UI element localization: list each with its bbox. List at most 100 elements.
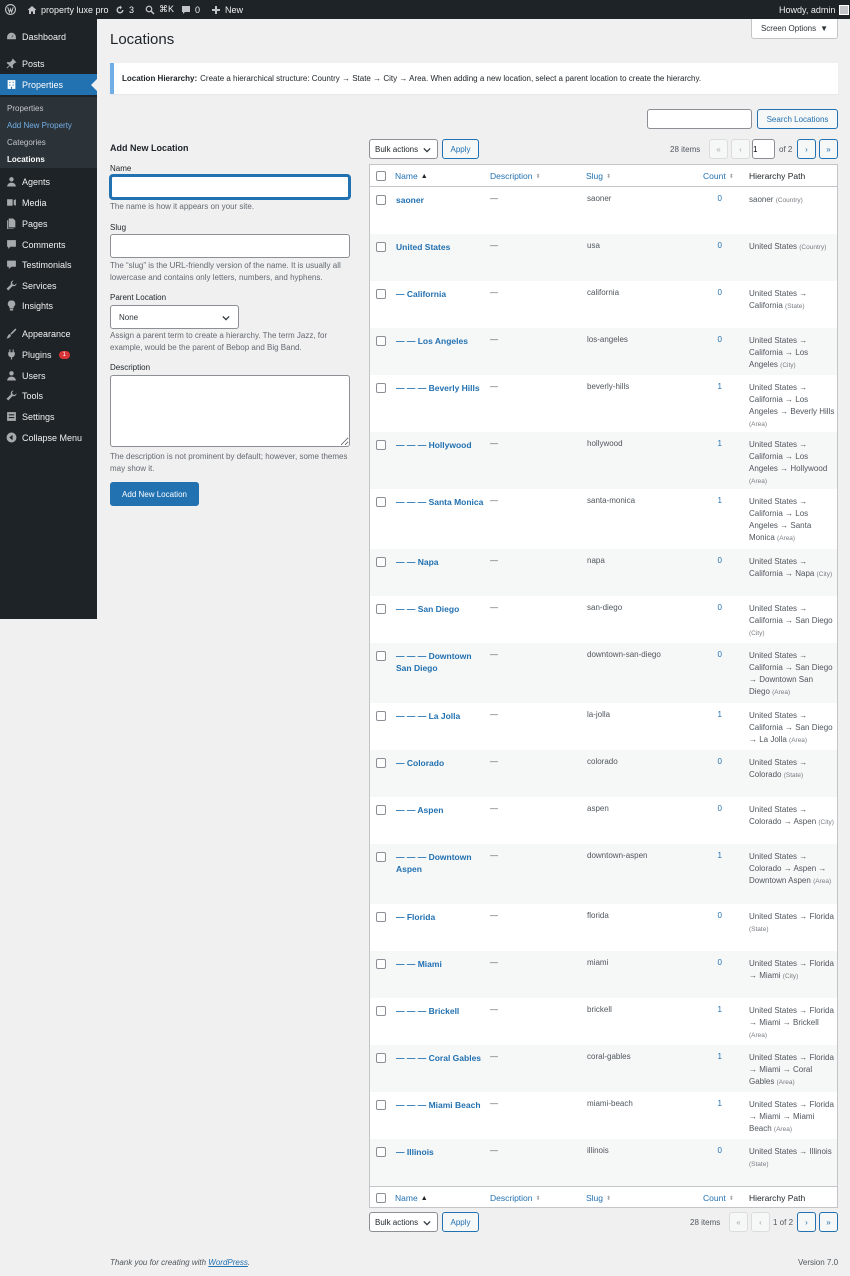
location-name-link[interactable]: — — — Santa Monica xyxy=(396,496,484,508)
column-description-footer[interactable]: Description ⬍ xyxy=(490,1193,541,1203)
last-page-button-bottom[interactable]: » xyxy=(819,1212,838,1232)
location-count-link[interactable]: 0 xyxy=(700,911,722,920)
column-name-footer[interactable]: Name ▲ xyxy=(395,1193,428,1203)
next-page-button-top[interactable]: › xyxy=(797,139,816,159)
bulk-actions-select-bottom[interactable]: Bulk actions xyxy=(369,1212,438,1232)
wordpress-link[interactable]: WordPress xyxy=(208,1258,248,1267)
next-page-button-bottom[interactable]: › xyxy=(797,1212,816,1232)
row-checkbox[interactable] xyxy=(376,557,386,567)
current-page-input[interactable] xyxy=(752,139,775,159)
location-name-link[interactable]: — Florida xyxy=(396,911,484,923)
menu-item-posts[interactable]: Posts xyxy=(0,53,97,74)
column-description-header[interactable]: Description ⬍ xyxy=(490,171,541,181)
column-count-footer[interactable]: Count ⬍ xyxy=(703,1193,734,1203)
search-locations-button[interactable]: Search Locations xyxy=(757,109,838,129)
location-count-link[interactable]: 0 xyxy=(700,1146,722,1155)
command-search-link[interactable]: ⌘K xyxy=(145,0,174,19)
select-all-checkbox[interactable] xyxy=(376,171,386,181)
wordpress-logo-icon[interactable] xyxy=(5,0,16,19)
location-count-link[interactable]: 1 xyxy=(700,439,722,448)
location-name-link[interactable]: — — San Diego xyxy=(396,603,484,615)
row-checkbox[interactable] xyxy=(376,1100,386,1110)
row-checkbox[interactable] xyxy=(376,711,386,721)
updates-link[interactable]: 3 xyxy=(115,0,134,19)
menu-item-plugins[interactable]: Plugins 1 xyxy=(0,344,97,365)
menu-item-testimonials[interactable]: Testimonials xyxy=(0,254,97,275)
menu-item-settings[interactable]: Settings xyxy=(0,406,97,427)
location-count-link[interactable]: 0 xyxy=(700,556,722,565)
new-content-link[interactable]: New xyxy=(211,0,243,19)
parent-location-select[interactable]: None xyxy=(110,305,239,329)
row-checkbox[interactable] xyxy=(376,852,386,862)
row-checkbox[interactable] xyxy=(376,604,386,614)
screen-options-button[interactable]: Screen Options ▼ xyxy=(751,19,838,39)
location-count-link[interactable]: 0 xyxy=(700,757,722,766)
apply-button-top[interactable]: Apply xyxy=(442,139,479,159)
row-checkbox[interactable] xyxy=(376,242,386,252)
location-count-link[interactable]: 0 xyxy=(700,650,722,659)
menu-item-media[interactable]: Media xyxy=(0,192,97,213)
location-name-link[interactable]: — — Los Angeles xyxy=(396,335,484,347)
menu-item-tools[interactable]: Tools xyxy=(0,385,97,406)
menu-item-pages[interactable]: Pages xyxy=(0,213,97,234)
location-name-link[interactable]: — — — Downtown Aspen xyxy=(396,851,484,875)
location-name-link[interactable]: — — — Hollywood xyxy=(396,439,484,451)
location-name-link[interactable]: — — — La Jolla xyxy=(396,710,484,722)
last-page-button-top[interactable]: » xyxy=(819,139,838,159)
menu-item-dashboard[interactable]: Dashboard xyxy=(0,26,97,47)
menu-item-services[interactable]: Services xyxy=(0,275,97,296)
menu-item-appearance[interactable]: Appearance xyxy=(0,323,97,344)
location-name-link[interactable]: — California xyxy=(396,288,484,300)
location-name-link[interactable]: — Illinois xyxy=(396,1146,484,1158)
row-checkbox[interactable] xyxy=(376,195,386,205)
menu-item-properties[interactable]: Properties xyxy=(0,74,97,95)
row-checkbox[interactable] xyxy=(376,912,386,922)
row-checkbox[interactable] xyxy=(376,497,386,507)
submenu-categories[interactable]: Categories xyxy=(7,138,46,147)
add-new-location-button[interactable]: Add New Location xyxy=(110,482,199,506)
apply-button-bottom[interactable]: Apply xyxy=(442,1212,479,1232)
row-checkbox[interactable] xyxy=(376,959,386,969)
menu-item-comments[interactable]: Comments xyxy=(0,234,97,255)
column-name-header[interactable]: Name ▲ xyxy=(395,171,428,181)
location-count-link[interactable]: 0 xyxy=(700,603,722,612)
location-name-link[interactable]: — — — Coral Gables xyxy=(396,1052,484,1064)
my-account-link[interactable]: Howdy, admin xyxy=(779,0,850,19)
collapse-menu-button[interactable]: Collapse Menu xyxy=(0,427,97,448)
menu-item-agents[interactable]: Agents xyxy=(0,171,97,192)
location-count-link[interactable]: 1 xyxy=(700,496,722,505)
location-count-link[interactable]: 0 xyxy=(700,804,722,813)
location-name-link[interactable]: — — — Brickell xyxy=(396,1005,484,1017)
description-field[interactable] xyxy=(110,375,350,447)
location-count-link[interactable]: 0 xyxy=(700,288,722,297)
search-input[interactable] xyxy=(647,109,752,129)
row-checkbox[interactable] xyxy=(376,1053,386,1063)
column-count-header[interactable]: Count ⬍ xyxy=(703,171,734,181)
location-count-link[interactable]: 0 xyxy=(700,335,722,344)
comments-link[interactable]: 0 xyxy=(181,0,200,19)
location-name-link[interactable]: saoner xyxy=(396,194,484,206)
row-checkbox[interactable] xyxy=(376,440,386,450)
row-checkbox[interactable] xyxy=(376,1147,386,1157)
submenu-properties[interactable]: Properties xyxy=(7,104,43,113)
submenu-locations[interactable]: Locations xyxy=(7,155,45,164)
location-count-link[interactable]: 1 xyxy=(700,1052,722,1061)
location-count-link[interactable]: 1 xyxy=(700,1099,722,1108)
location-count-link[interactable]: 0 xyxy=(700,958,722,967)
location-count-link[interactable]: 0 xyxy=(700,194,722,203)
row-checkbox[interactable] xyxy=(376,651,386,661)
slug-field[interactable] xyxy=(110,234,350,258)
row-checkbox[interactable] xyxy=(376,758,386,768)
column-slug-header[interactable]: Slug ⬍ xyxy=(586,171,611,181)
location-name-link[interactable]: — — — Miami Beach xyxy=(396,1099,484,1111)
location-count-link[interactable]: 1 xyxy=(700,710,722,719)
bulk-actions-select-top[interactable]: Bulk actions xyxy=(369,139,438,159)
location-count-link[interactable]: 0 xyxy=(700,241,722,250)
location-name-link[interactable]: United States xyxy=(396,241,484,253)
location-count-link[interactable]: 1 xyxy=(700,1005,722,1014)
row-checkbox[interactable] xyxy=(376,336,386,346)
column-slug-footer[interactable]: Slug ⬍ xyxy=(586,1193,611,1203)
row-checkbox[interactable] xyxy=(376,383,386,393)
location-name-link[interactable]: — — Miami xyxy=(396,958,484,970)
location-name-link[interactable]: — Colorado xyxy=(396,757,484,769)
